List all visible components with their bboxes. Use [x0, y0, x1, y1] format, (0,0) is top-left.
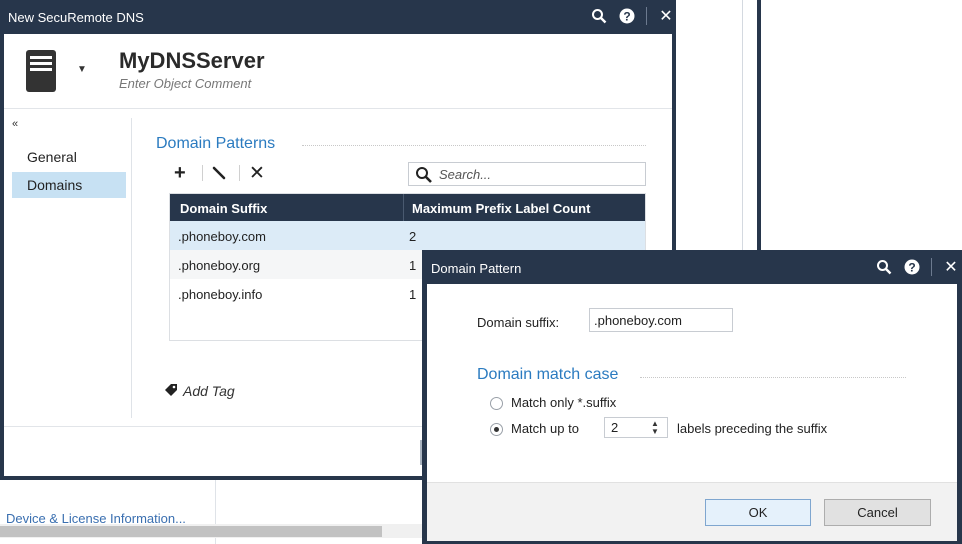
object-comment[interactable]: Enter Object Comment — [119, 76, 251, 91]
match-only-suffix-label[interactable]: Match only *.suffix — [511, 395, 616, 410]
add-tag-link[interactable]: Add Tag — [183, 383, 235, 399]
chevron-down-icon[interactable]: ▼ — [77, 64, 87, 75]
toolbar-separator — [239, 165, 240, 181]
label-count-stepper[interactable]: 2 ▲ ▼ — [604, 417, 668, 438]
nav-item-general[interactable]: General — [12, 144, 126, 170]
cell-prefix-count: 1 — [409, 258, 417, 273]
table-header: Domain Suffix Maximum Prefix Label Count — [170, 194, 645, 221]
label-count-value[interactable]: 2 — [611, 420, 618, 435]
section-title: Domain Patterns — [156, 135, 276, 152]
close-icon[interactable]: ✕ — [657, 7, 675, 25]
section-divider — [640, 377, 906, 378]
domain-suffix-input[interactable] — [589, 308, 733, 332]
table-row[interactable]: .phoneboy.com 2 — [170, 221, 645, 250]
close-icon[interactable]: ✕ — [942, 258, 960, 276]
stepper-arrows-icon[interactable]: ▲ ▼ — [651, 420, 659, 436]
object-name[interactable]: MyDNSServer — [119, 48, 265, 74]
delete-icon[interactable]: ✕ — [249, 162, 265, 185]
match-up-to-label[interactable]: Match up to — [511, 421, 579, 436]
help-icon[interactable]: ? — [618, 7, 636, 25]
cancel-button[interactable]: Cancel — [824, 499, 931, 526]
dialog-footer: OK Cancel — [427, 482, 957, 541]
cell-domain-suffix: .phoneboy.info — [178, 287, 263, 302]
svg-text:?: ? — [623, 10, 630, 24]
nav-item-domains[interactable]: Domains — [12, 172, 126, 198]
search-icon — [415, 166, 433, 184]
dialog-title: Domain Pattern — [431, 261, 522, 276]
cell-prefix-count: 1 — [409, 287, 417, 302]
titlebar-separator — [931, 258, 932, 276]
help-icon[interactable]: ? — [903, 258, 921, 276]
tag-icon[interactable] — [164, 383, 178, 397]
collapse-sidebar-icon[interactable]: « — [12, 118, 18, 130]
scrollbar-thumb[interactable] — [0, 526, 382, 537]
search-field[interactable] — [408, 162, 646, 186]
domain-suffix-label: Domain suffix: — [477, 315, 560, 330]
background-window-edge — [757, 0, 761, 260]
match-case-section-title: Domain match case — [477, 366, 619, 383]
search-input[interactable] — [439, 166, 639, 182]
add-icon[interactable]: + — [174, 162, 186, 185]
object-header — [4, 34, 672, 109]
match-only-suffix-radio[interactable] — [490, 397, 503, 410]
window-titlebar: New SecuRemote DNS ? ✕ — [0, 0, 676, 34]
column-header-domain-suffix[interactable]: Domain Suffix — [180, 201, 267, 216]
svg-text:?: ? — [908, 261, 915, 275]
section-divider — [302, 145, 646, 146]
search-icon[interactable] — [875, 258, 893, 276]
toolbar-separator — [202, 165, 203, 181]
match-up-to-radio[interactable] — [490, 423, 503, 436]
dialog-body: Domain suffix: Domain match case Match o… — [427, 284, 957, 541]
cell-domain-suffix: .phoneboy.org — [178, 258, 261, 273]
ok-button[interactable]: OK — [705, 499, 811, 526]
column-header-max-prefix[interactable]: Maximum Prefix Label Count — [412, 201, 590, 216]
window-title: New SecuRemote DNS — [8, 10, 144, 25]
search-icon[interactable] — [590, 7, 608, 25]
server-icon[interactable] — [24, 48, 58, 94]
cell-prefix-count: 2 — [409, 229, 417, 244]
labels-preceding-label: labels preceding the suffix — [677, 421, 828, 436]
titlebar-separator — [646, 7, 647, 25]
edit-icon[interactable] — [211, 165, 227, 181]
cell-domain-suffix: .phoneboy.com — [178, 229, 266, 244]
column-separator — [403, 194, 404, 221]
nav-divider — [131, 118, 132, 418]
